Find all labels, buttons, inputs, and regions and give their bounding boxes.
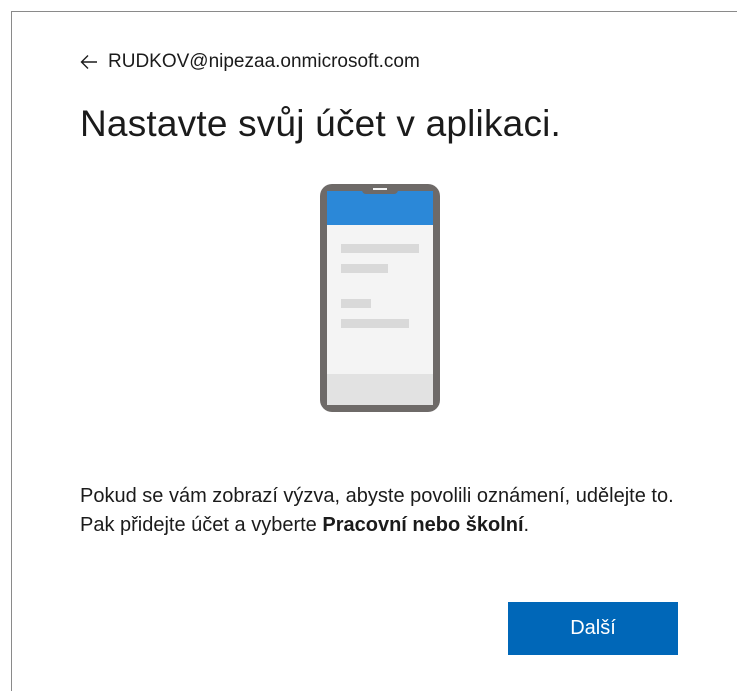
phone-header: [327, 191, 433, 225]
page-title: Nastavte svůj účet v aplikaci.: [80, 103, 562, 144]
smartphone-illustration: [320, 184, 440, 412]
content-line: [341, 299, 371, 308]
identity-email: RUDKOV@nipezaa.onmicrosoft.com: [108, 51, 420, 72]
instruction-text: Pokud se vám zobrazí výzva, abyste povol…: [80, 482, 680, 540]
phone-speaker: [373, 188, 387, 190]
identity-banner[interactable]: RUDKOV@nipezaa.onmicrosoft.com: [80, 50, 420, 74]
next-button[interactable]: Další: [508, 602, 678, 655]
arrow-left-icon[interactable]: [80, 54, 98, 70]
instruction-emphasis: Pracovní nebo školní: [322, 514, 524, 536]
instruction-end: .: [523, 514, 530, 536]
phone-footer: [327, 374, 433, 405]
content-line: [341, 244, 419, 253]
content-line: [341, 319, 409, 328]
content-line: [341, 264, 388, 273]
setup-card: RUDKOV@nipezaa.onmicrosoft.com Nastavte …: [11, 11, 737, 691]
